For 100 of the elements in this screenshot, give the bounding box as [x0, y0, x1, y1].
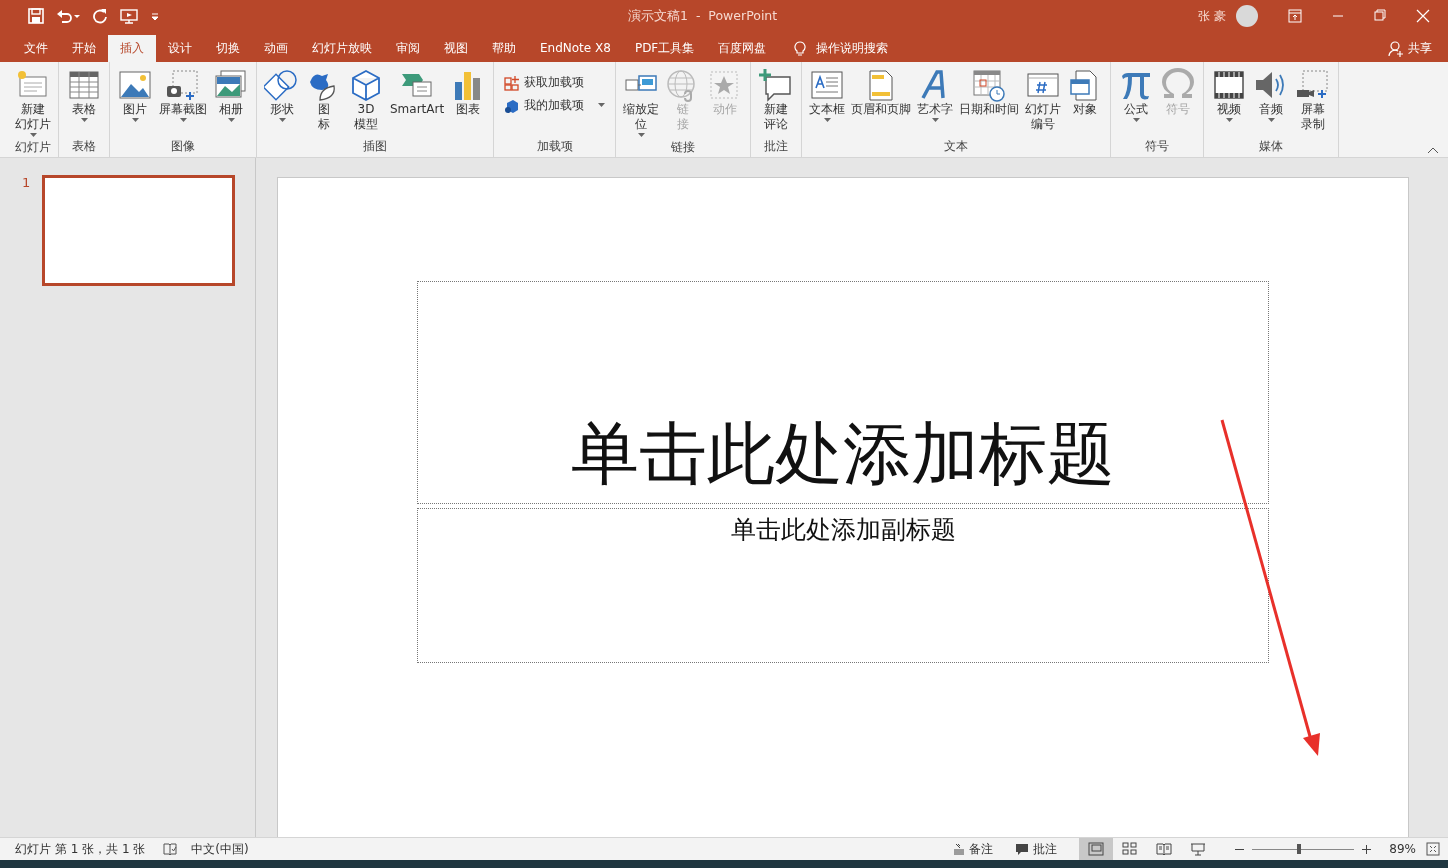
share-button[interactable]: 共享 — [1408, 40, 1432, 57]
ribbon-button[interactable]: 新建 评论 — [755, 62, 798, 137]
ribbon-button[interactable]: 视频 — [1208, 62, 1251, 137]
slide-count: 幻灯片 第 1 张，共 1 张 — [15, 840, 146, 858]
ribbon-button[interactable]: 图表 — [447, 62, 490, 137]
slider-thumb[interactable] — [1297, 844, 1302, 854]
dropdown-caret-icon[interactable] — [278, 118, 286, 123]
ribbon-button[interactable]: 公式 — [1115, 62, 1158, 137]
language-indicator[interactable]: 中文(中国) — [191, 840, 249, 858]
ribbon-tab[interactable]: PDF工具集 — [622, 35, 707, 62]
ribbon-display-icon[interactable] — [1288, 9, 1302, 23]
window-title: 演示文稿1 - PowerPoint — [628, 7, 779, 25]
save-icon[interactable] — [28, 8, 44, 24]
ribbon-button[interactable]: 艺术字 — [914, 62, 957, 137]
ribbon-button[interactable]: 日期和时间 — [956, 62, 1023, 137]
spelling-check-icon[interactable] — [163, 842, 178, 856]
slide-show-icon — [1190, 842, 1207, 856]
image-icon — [117, 68, 153, 102]
ribbon-tab[interactable]: 动画 — [252, 35, 300, 62]
normal-view-icon — [1088, 842, 1105, 856]
notes-button[interactable]: 备注 — [953, 840, 994, 858]
store-icon — [504, 74, 521, 91]
ribbon-tab[interactable]: 审阅 — [384, 35, 432, 62]
ribbon-button[interactable]: 形状 — [261, 62, 303, 137]
group-label: 批注 — [763, 138, 790, 155]
avatar[interactable] — [1236, 5, 1258, 27]
user-name[interactable]: 张 豪 — [1198, 7, 1226, 25]
dropdown-caret-icon[interactable] — [1132, 118, 1140, 123]
ribbon-tab[interactable]: EndNote X8 — [528, 35, 623, 62]
collapse-ribbon-icon[interactable] — [1428, 147, 1438, 153]
restore-icon[interactable] — [1374, 9, 1386, 23]
ribbon-tab[interactable]: 幻灯片放映 — [300, 35, 384, 62]
dropdown-caret-icon[interactable] — [1225, 118, 1233, 123]
ribbon-tab[interactable]: 视图 — [432, 35, 480, 62]
group-label: 加载项 — [535, 138, 574, 155]
dropdown-caret-icon[interactable] — [823, 118, 831, 123]
screenshot-icon — [165, 68, 201, 102]
slide-thumbnail[interactable] — [42, 175, 235, 286]
group-label: 表格 — [71, 138, 97, 155]
ribbon-tab[interactable]: 插入 — [108, 35, 156, 62]
ribbon-button[interactable]: 屏幕截图 — [156, 62, 210, 137]
comments-button[interactable]: 批注 — [1015, 840, 1058, 858]
speech-bubble-icon — [1015, 842, 1030, 856]
dropdown-caret-icon[interactable] — [131, 118, 139, 123]
ribbon-button[interactable]: 文本框 — [806, 62, 849, 137]
ribbon-tab[interactable]: 设计 — [156, 35, 204, 62]
ribbon-tab[interactable]: 切换 — [204, 35, 252, 62]
group-label: 符号 — [1144, 138, 1171, 155]
title-placeholder[interactable]: 单击此处添加标题 — [417, 281, 1269, 504]
dropdown-caret-icon[interactable] — [80, 118, 88, 123]
ribbon-button[interactable]: 我的加载项 — [504, 97, 606, 114]
ribbon-tab[interactable]: 百度网盘 — [706, 35, 779, 62]
reading-view-icon — [1156, 842, 1173, 856]
ribbon-button[interactable]: 页眉和页脚 — [848, 62, 915, 137]
close-icon[interactable] — [1416, 9, 1430, 23]
group-label: 文本 — [943, 138, 970, 155]
ribbon-button[interactable]: 相册 — [210, 62, 252, 137]
ribbon-button[interactable]: 缩放定 位 — [620, 62, 663, 138]
ribbon-button[interactable]: 新建 幻灯片 — [12, 62, 54, 138]
ribbon-button[interactable]: 对象 — [1064, 62, 1107, 137]
dropdown-caret-icon[interactable] — [931, 118, 939, 123]
ribbon-button[interactable]: 3D 模型 — [345, 62, 387, 137]
ribbon-button[interactable]: 图片 — [114, 62, 156, 137]
add-in-icon — [504, 97, 521, 114]
zoom-in-icon[interactable] — [1362, 844, 1372, 854]
ribbon-button[interactable]: SmartArt — [387, 62, 448, 137]
ribbon-button[interactable]: 音频 — [1250, 62, 1293, 137]
dropdown-caret-icon[interactable] — [598, 103, 606, 108]
notes-icon — [953, 843, 966, 855]
subtitle-placeholder[interactable]: 单击此处添加副标题 — [417, 508, 1269, 663]
redo-icon[interactable] — [92, 8, 108, 24]
ribbon-button[interactable]: 获取加载项 — [504, 74, 606, 91]
group-label: 插图 — [362, 138, 389, 155]
view-button[interactable] — [1079, 838, 1114, 860]
slide-sorter-icon — [1122, 842, 1139, 856]
dropdown-caret-icon[interactable] — [637, 133, 645, 138]
presentation-icon[interactable] — [120, 8, 138, 24]
ribbon-button[interactable]: 表格 — [63, 62, 105, 137]
ribbon-tab[interactable]: 文件 — [12, 35, 60, 62]
dropdown-caret-icon[interactable] — [29, 133, 37, 138]
undo-icon[interactable] — [56, 8, 80, 24]
calendar-clock-icon — [971, 68, 1008, 102]
ribbon-tab[interactable]: 帮助 — [480, 35, 528, 62]
ribbon-button[interactable]: 屏幕 录制 — [1292, 62, 1335, 137]
fit-to-window-icon[interactable] — [1426, 842, 1440, 856]
dropdown-caret-icon[interactable] — [179, 118, 187, 123]
tell-me-search[interactable]: 操作说明搜索 — [816, 40, 889, 57]
dropdown-caret-icon[interactable] — [227, 118, 235, 123]
ribbon-button[interactable]: 幻灯片 编号 — [1022, 62, 1065, 137]
group-label: 链接 — [670, 139, 697, 156]
dropdown-caret-icon[interactable] — [1267, 118, 1275, 123]
zoom-level[interactable]: 89% — [1389, 842, 1416, 856]
ribbon-button[interactable]: 图 标 — [303, 62, 345, 137]
text-box-icon — [809, 68, 846, 102]
group-label: 幻灯片 — [14, 139, 52, 156]
ribbon-tab[interactable]: 开始 — [60, 35, 108, 62]
table-icon — [66, 68, 102, 102]
shapes-icon — [264, 68, 300, 102]
lightbulb-icon[interactable] — [794, 40, 807, 57]
person-add-icon[interactable] — [1388, 40, 1404, 57]
